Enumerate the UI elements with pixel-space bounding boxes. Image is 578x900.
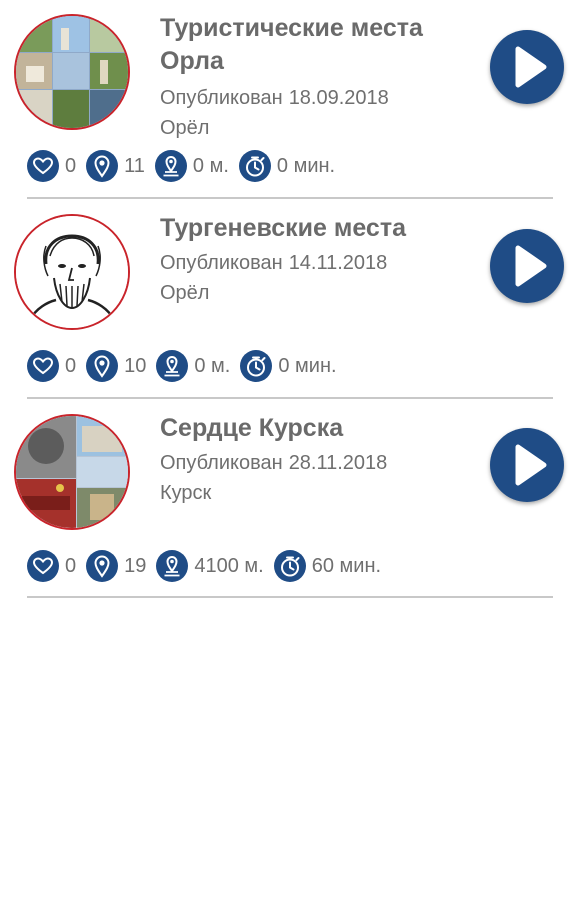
tour-thumbnail[interactable] — [14, 414, 130, 530]
tour-stats: 0 11 0 м. 0 мин. — [27, 148, 345, 184]
distance-value: 0 м. — [194, 354, 231, 377]
tour-city: Орёл — [160, 282, 210, 304]
stopwatch-icon — [240, 350, 273, 382]
map-pin-icon — [86, 150, 119, 182]
likes-count: 0 — [65, 154, 77, 177]
distance-value: 0 м. — [192, 154, 229, 177]
published-info: Опубликован 14.11.2018 — [160, 250, 387, 276]
play-icon — [515, 46, 547, 88]
published-info: Опубликован 18.09.2018 — [160, 85, 389, 111]
tour-city: Курск — [160, 482, 212, 504]
tour-card[interactable]: Сердце Курска Опубликован 28.11.2018 Курс… — [0, 400, 578, 600]
tour-thumbnail[interactable] — [14, 14, 130, 130]
stopwatch-icon — [238, 150, 271, 182]
published-label: Опубликован — [160, 452, 283, 474]
distance-stat: 0 м. — [156, 350, 230, 382]
distance-stat: 0 м. — [154, 150, 229, 182]
stopwatch-icon — [273, 550, 306, 582]
map-pin-icon — [86, 350, 119, 382]
tour-title[interactable]: Туристические места Орла — [160, 12, 480, 78]
route-pin-icon — [156, 550, 189, 582]
duration-value: 60 мин. — [311, 554, 382, 577]
tour-city: Орёл — [160, 117, 210, 139]
duration-value: 0 мин. — [276, 154, 336, 177]
likes-stat[interactable]: 0 — [27, 350, 76, 382]
distance-value: 4100 м. — [194, 554, 264, 577]
route-pin-icon — [156, 350, 189, 382]
duration-stat: 0 мин. — [238, 150, 336, 182]
points-stat: 10 — [86, 350, 146, 382]
distance-stat: 4100 м. — [156, 550, 264, 582]
portrait-sketch-icon — [16, 216, 128, 328]
points-count: 10 — [124, 354, 147, 377]
published-date: 28.11.2018 — [288, 452, 388, 474]
points-stat: 19 — [86, 550, 146, 582]
points-stat: 11 — [86, 150, 145, 182]
heart-icon — [27, 150, 59, 182]
map-pin-icon — [86, 550, 119, 582]
play-button[interactable] — [490, 30, 564, 104]
route-pin-icon — [154, 150, 187, 182]
play-button[interactable] — [490, 229, 564, 303]
photo-collage-icon — [16, 416, 128, 528]
heart-icon — [27, 350, 59, 382]
published-label: Опубликован — [160, 252, 283, 274]
likes-count: 0 — [65, 354, 77, 377]
likes-stat[interactable]: 0 — [27, 150, 76, 182]
tour-title[interactable]: Сердце Курска — [160, 412, 480, 445]
play-icon — [515, 444, 547, 486]
play-icon — [515, 245, 547, 287]
duration-stat: 0 мин. — [240, 350, 337, 382]
divider — [27, 596, 553, 598]
photo-collage-icon — [16, 16, 128, 128]
published-label: Опубликован — [160, 87, 283, 109]
published-info: Опубликован 28.11.2018 — [160, 450, 387, 476]
duration-value: 0 мин. — [278, 354, 337, 377]
tour-stats: 0 10 0 м. 0 мин. — [27, 348, 347, 384]
tour-title[interactable]: Тургеневские места — [160, 212, 480, 245]
divider — [27, 397, 553, 399]
tour-card[interactable]: Тургеневские места Опубликован 14.11.2018… — [0, 200, 578, 400]
tour-card[interactable]: Туристические места Орла Опубликован 18.0… — [0, 0, 578, 200]
points-count: 19 — [124, 554, 147, 577]
heart-icon — [27, 550, 59, 582]
tour-stats: 0 19 4100 м. 60 мин. — [27, 548, 391, 584]
published-date: 18.09.2018 — [288, 87, 389, 109]
divider — [27, 197, 553, 199]
play-button[interactable] — [490, 428, 564, 502]
duration-stat: 60 мин. — [273, 550, 382, 582]
points-count: 11 — [124, 154, 145, 177]
published-date: 14.11.2018 — [288, 252, 388, 274]
tour-thumbnail[interactable] — [14, 214, 130, 330]
likes-stat[interactable]: 0 — [27, 550, 76, 582]
likes-count: 0 — [65, 554, 77, 577]
